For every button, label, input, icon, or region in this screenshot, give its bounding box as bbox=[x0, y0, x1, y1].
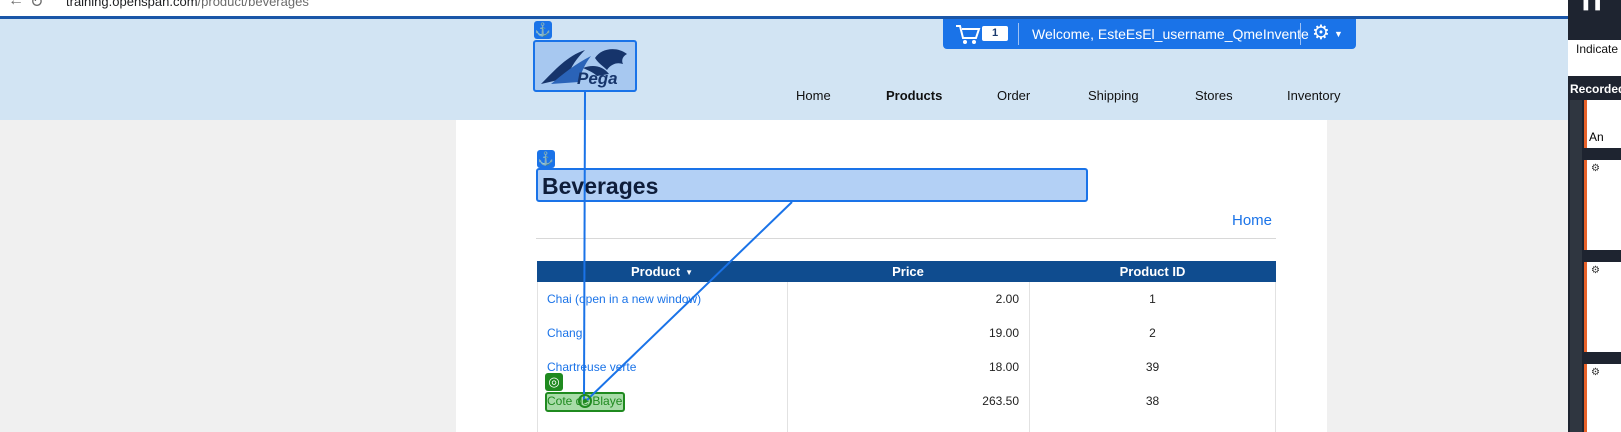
product-link[interactable]: Chartreuse verte bbox=[547, 360, 636, 374]
nav-order[interactable]: Order bbox=[997, 88, 1030, 103]
browser-address-bar[interactable]: ← ↻ training.openspan.com/product/bevera… bbox=[0, 0, 1568, 17]
cart-count-badge[interactable]: 1 bbox=[982, 26, 1008, 41]
reload-icon[interactable]: ↻ bbox=[30, 0, 43, 12]
divider bbox=[536, 238, 1276, 239]
welcome-text: Welcome, EsteEsEl_username_QmeInvente bbox=[1032, 26, 1309, 42]
table-row: Chai (open in a new window) 2.00 1 bbox=[537, 282, 1276, 316]
price-cell: 263.50 bbox=[982, 394, 1019, 408]
nav-home[interactable]: Home bbox=[796, 88, 831, 103]
nav-shipping[interactable]: Shipping bbox=[1088, 88, 1139, 103]
product-link[interactable]: Cote de Blaye bbox=[547, 394, 622, 408]
divider bbox=[1300, 23, 1301, 45]
recorder-icon: ⚙ bbox=[1591, 367, 1600, 378]
anchor-icon: ⚓ bbox=[537, 150, 555, 168]
recorded-step-card[interactable]: ⚙ bbox=[1584, 262, 1621, 352]
account-bar: 1 Welcome, EsteEsEl_username_QmeInvente … bbox=[943, 19, 1356, 49]
price-cell: 2.00 bbox=[995, 292, 1019, 306]
url-text: training.openspan.com/product/beverages bbox=[66, 0, 309, 9]
logo-text: Pega bbox=[577, 69, 618, 88]
table-row: Chang 19.00 2 bbox=[537, 316, 1276, 350]
product-id-cell: 39 bbox=[1145, 360, 1160, 374]
column-header-price[interactable]: Price bbox=[787, 264, 1029, 279]
back-icon[interactable]: ← bbox=[8, 0, 24, 10]
page-title: Beverages bbox=[536, 168, 1088, 202]
nav-products[interactable]: Products bbox=[886, 88, 942, 103]
recorded-step-card[interactable]: ⚙ bbox=[1584, 160, 1621, 250]
product-id-cell: 2 bbox=[1149, 326, 1156, 340]
divider bbox=[1018, 23, 1019, 45]
recorder-side-panel: ❚❚ Indicate Recorded An ⚙ ⚙ ⚙ bbox=[1568, 0, 1621, 432]
recorded-step-card[interactable]: ⚙ bbox=[1584, 364, 1621, 432]
nav-stores[interactable]: Stores bbox=[1195, 88, 1233, 103]
home-link[interactable]: Home bbox=[1232, 212, 1272, 229]
product-id-cell: 38 bbox=[1145, 394, 1160, 408]
table-row: Cote de Blaye 263.50 38 bbox=[537, 384, 1276, 418]
table-row: Chartreuse verte 18.00 39 bbox=[537, 350, 1276, 384]
column-header-product[interactable]: Product ▼ bbox=[537, 264, 787, 279]
product-id-cell: 1 bbox=[1149, 292, 1156, 306]
sort-down-icon[interactable]: ▼ bbox=[685, 268, 693, 277]
table-header: Product ▼ Price Product ID bbox=[537, 261, 1276, 282]
column-header-product-id[interactable]: Product ID bbox=[1029, 264, 1276, 279]
price-cell: 18.00 bbox=[988, 360, 1019, 374]
recorder-icon: ⚙ bbox=[1591, 265, 1600, 276]
scroll-strip[interactable] bbox=[1570, 100, 1582, 432]
recorder-icon: ⚙ bbox=[1591, 163, 1600, 174]
pega-logo[interactable]: Pega bbox=[533, 40, 637, 92]
recorded-section: Recorded bbox=[1570, 82, 1621, 96]
gear-icon[interactable]: ⚙ bbox=[1312, 22, 1330, 44]
chevron-down-icon[interactable]: ▼ bbox=[1334, 29, 1343, 39]
product-link[interactable]: Chai (open in a new window) bbox=[547, 292, 701, 306]
cart-icon[interactable] bbox=[955, 23, 981, 50]
price-cell: 19.00 bbox=[988, 326, 1019, 340]
page-title-text: Beverages bbox=[542, 173, 659, 199]
anchor-icon: ⚓ bbox=[534, 21, 552, 39]
recorded-step-card[interactable]: An bbox=[1584, 100, 1621, 148]
nav-inventory[interactable]: Inventory bbox=[1287, 88, 1340, 103]
product-link[interactable]: Chang bbox=[547, 326, 582, 340]
indicate-tab[interactable]: Indicate bbox=[1568, 40, 1621, 76]
pause-icon[interactable]: ❚❚ bbox=[1580, 0, 1603, 11]
